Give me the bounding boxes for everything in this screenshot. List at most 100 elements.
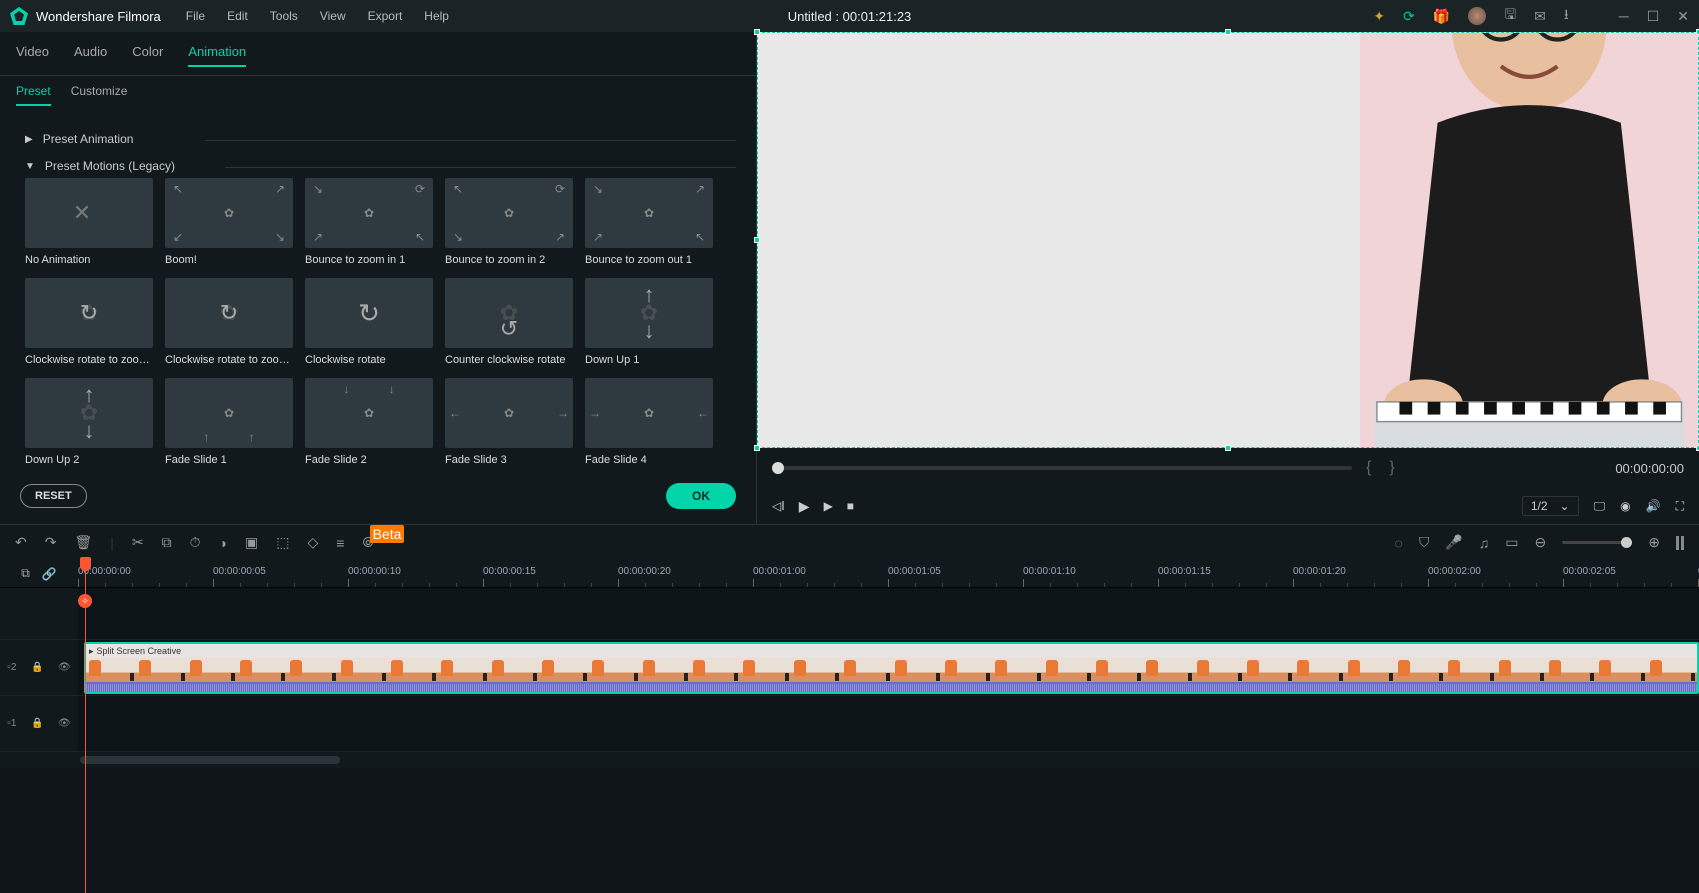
avatar-icon[interactable] — [1468, 7, 1486, 25]
subtab-customize[interactable]: Customize — [71, 84, 128, 106]
gift-icon[interactable]: 🎁 — [1433, 8, 1450, 25]
voiceover-icon[interactable]: 🎤 — [1445, 534, 1462, 551]
scrollbar-thumb[interactable] — [80, 756, 340, 764]
video-clip[interactable]: ▸Split Screen Creative — [84, 642, 1699, 694]
handle-bm[interactable] — [1225, 445, 1231, 451]
menu-edit[interactable]: Edit — [227, 9, 248, 23]
audio-mixer-icon[interactable]: ♫ — [1479, 535, 1490, 551]
motion-bounce-zoom-in-1[interactable]: ✿↘⟳↗↖ Bounce to zoom in 1 — [305, 178, 433, 266]
track-body[interactable]: ▸Split Screen Creative — [78, 640, 1699, 695]
color-icon[interactable]: ◑ — [219, 535, 227, 551]
lightbulb-icon[interactable]: ✦ — [1373, 8, 1385, 25]
zoom-slider[interactable] — [1562, 541, 1632, 544]
playhead-handle[interactable] — [80, 557, 91, 571]
keyframe-icon[interactable]: ◇ — [307, 534, 318, 551]
handle-ml[interactable] — [754, 237, 760, 243]
mixer-icon[interactable]: ◌ — [1395, 535, 1403, 551]
progress-handle[interactable] — [772, 462, 784, 474]
timeline-scrollbar[interactable] — [0, 752, 1699, 768]
download-icon[interactable]: ⭳ — [1564, 4, 1569, 28]
redo-icon[interactable]: ↷ — [45, 534, 57, 551]
crop-icon[interactable]: ⧉ — [162, 534, 172, 551]
menu-tools[interactable]: Tools — [270, 9, 298, 23]
detach-icon[interactable]: ⬚ — [276, 534, 289, 551]
menu-help[interactable]: Help — [424, 9, 449, 23]
prev-frame-icon[interactable]: ◁Ⅰ — [772, 499, 785, 513]
section-preset-motions[interactable]: ▼ Preset Motions (Legacy) — [25, 151, 736, 181]
snapshot-icon[interactable]: ◉ — [1620, 499, 1630, 513]
volume-icon[interactable]: 🔊 — [1646, 499, 1661, 513]
display-icon[interactable]: 🖵 — [1594, 499, 1606, 514]
motion-down-up-2[interactable]: ✿↑↓ Down Up 2 — [25, 378, 153, 466]
delete-icon[interactable]: 🗑 — [74, 534, 92, 551]
time-ruler[interactable]: 00:00:00:0000:00:00:0500:00:00:1000:00:0… — [78, 560, 1699, 587]
save-icon[interactable]: 🖫 — [1504, 4, 1516, 28]
zoom-out-icon[interactable]: ⊖ — [1535, 534, 1547, 551]
motion-ccw-rotate[interactable]: ✿↺ Counter clockwise rotate — [445, 278, 573, 366]
ok-button[interactable]: OK — [666, 483, 736, 509]
fullscreen-icon[interactable]: ⛶ — [1676, 499, 1684, 514]
reset-button[interactable]: RESET — [20, 484, 87, 508]
menu-view[interactable]: View — [320, 9, 346, 23]
motion-boom[interactable]: ✿↖↗↙↘ Boom! — [165, 178, 293, 266]
link-icon[interactable]: 🔗 — [42, 567, 57, 581]
mark-out-icon[interactable]: } — [1389, 459, 1394, 477]
playhead[interactable]: ✧ — [85, 560, 86, 893]
play-icon[interactable]: ▶ — [799, 498, 810, 515]
motion-fade-slide-2[interactable]: ✿↓↓ Fade Slide 2 — [305, 378, 433, 466]
playhead-snap-icon[interactable]: ✧ — [78, 594, 92, 608]
motion-no-animation[interactable]: ✕ No Animation — [25, 178, 153, 266]
preview-canvas[interactable] — [757, 32, 1699, 448]
motion-cw-rotate-zoom-1[interactable]: ✿↻ Clockwise rotate to zoo… — [25, 278, 153, 366]
clip-thumbnail — [187, 658, 237, 682]
visibility-icon[interactable]: 👁 — [58, 662, 71, 673]
progress-bar[interactable] — [772, 466, 1352, 470]
lock-icon[interactable]: 🔒 — [31, 718, 43, 729]
undo-icon[interactable]: ↶ — [15, 534, 27, 551]
motion-cw-rotate-zoom-2[interactable]: ✿↻ Clockwise rotate to zoo… — [165, 278, 293, 366]
minimize-icon[interactable]: ─ — [1619, 8, 1629, 24]
match-cut-icon[interactable]: ⧉ — [21, 566, 30, 581]
tab-video[interactable]: Video — [16, 44, 49, 67]
visibility-icon[interactable]: 👁 — [58, 718, 71, 729]
sync-icon[interactable]: ⟳ — [1403, 8, 1415, 25]
clip-thumbnail — [1546, 658, 1596, 682]
maximize-icon[interactable]: ☐ — [1647, 8, 1660, 25]
subtab-preset[interactable]: Preset — [16, 84, 51, 106]
motion-fade-slide-1[interactable]: ✿↑↑ Fade Slide 1 — [165, 378, 293, 466]
menu-export[interactable]: Export — [368, 9, 403, 23]
tab-animation[interactable]: Animation — [188, 44, 246, 67]
marker-shield-icon[interactable]: ⛉ — [1419, 534, 1430, 551]
lock-icon[interactable]: 🔒 — [31, 662, 43, 673]
render-icon[interactable]: ▭ — [1505, 534, 1518, 551]
preview-quality-dropdown[interactable]: 1/2 ⌄ — [1522, 496, 1579, 516]
zoom-in-icon[interactable]: ⊕ — [1648, 534, 1660, 551]
motion-bounce-zoom-out-1[interactable]: ✿↘↗↗↖ Bounce to zoom out 1 — [585, 178, 713, 266]
track-index-icon: ▫2 — [7, 662, 16, 673]
handle-tm[interactable] — [1225, 29, 1231, 35]
close-icon[interactable]: ✕ — [1677, 8, 1689, 25]
audio-stretch-icon[interactable]: ⦾Beta — [362, 534, 408, 551]
zoom-fit-icon[interactable] — [1676, 536, 1684, 550]
handle-bl[interactable] — [754, 445, 760, 451]
zoom-handle[interactable] — [1621, 537, 1632, 548]
split-icon[interactable]: ✂ — [132, 534, 144, 551]
motion-fade-slide-4[interactable]: ✿→← Fade Slide 4 — [585, 378, 713, 466]
next-frame-icon[interactable]: ▶ — [824, 499, 833, 513]
speed-icon[interactable]: ⏱ — [190, 534, 201, 551]
motion-cw-rotate[interactable]: ↻ Clockwise rotate — [305, 278, 433, 366]
motion-fade-slide-3[interactable]: ✿←→ Fade Slide 3 — [445, 378, 573, 466]
mark-in-icon[interactable]: { — [1366, 459, 1371, 477]
green-screen-icon[interactable]: ▣ — [245, 534, 258, 551]
stop-icon[interactable]: ■ — [847, 499, 854, 513]
tab-color[interactable]: Color — [132, 44, 163, 67]
motion-bounce-zoom-in-2[interactable]: ✿↖⟳↘↗ Bounce to zoom in 2 — [445, 178, 573, 266]
menu-file[interactable]: File — [186, 9, 205, 23]
track-body[interactable] — [78, 696, 1699, 751]
handle-tl[interactable] — [754, 29, 760, 35]
section-preset-animation[interactable]: ▶ Preset Animation — [25, 124, 736, 154]
tab-audio[interactable]: Audio — [74, 44, 107, 67]
motion-down-up-1[interactable]: ✿↑↓ Down Up 1 — [585, 278, 713, 366]
adjust-icon[interactable]: ≡ — [336, 535, 344, 551]
mail-icon[interactable]: ✉ — [1534, 8, 1546, 25]
